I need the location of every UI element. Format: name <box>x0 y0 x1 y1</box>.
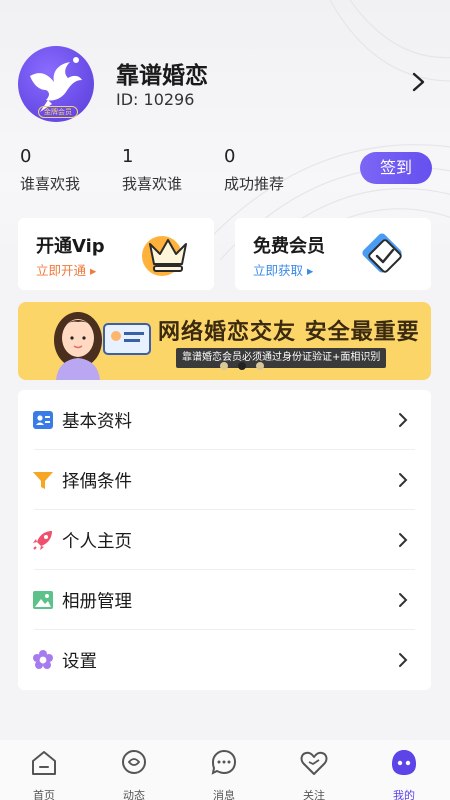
menu-item-label: 个人主页 <box>62 532 132 552</box>
chevron-right-icon[interactable] <box>408 70 428 94</box>
tab-me[interactable]: 我的 <box>374 748 434 800</box>
stat-who-likes-me[interactable]: 0 谁喜欢我 <box>20 146 80 194</box>
carousel-dot[interactable] <box>220 362 228 370</box>
avatar-badge: 金牌会员 <box>38 106 78 118</box>
tab-label: 动态 <box>123 789 145 800</box>
free-member-subtitle: 立即获取 ▸ <box>253 263 314 278</box>
flower-settings-icon <box>33 650 53 669</box>
tab-label: 首页 <box>33 789 55 800</box>
ticket-icon <box>362 233 402 273</box>
tab-label: 消息 <box>213 789 235 800</box>
profile-id: ID: 10296 <box>116 90 195 109</box>
avatar[interactable]: 金牌会员 <box>18 46 94 122</box>
chevron-right-icon <box>399 653 408 667</box>
carousel-dot[interactable] <box>256 362 264 370</box>
menu-item-label: 相册管理 <box>62 592 132 612</box>
stat-label: 成功推荐 <box>224 175 285 193</box>
free-member-title: 免费会员 <box>253 236 325 257</box>
menu-item-album[interactable]: 相册管理 <box>18 570 431 630</box>
message-icon <box>211 749 237 775</box>
safety-banner[interactable]: 网络婚恋交友 安全最重要 靠谱婚恋会员必须通过身份证验证+面相识别 <box>18 302 431 380</box>
home-icon <box>32 751 56 775</box>
checkin-button[interactable]: 签到 <box>360 152 432 184</box>
vip-title: 开通Vip <box>36 236 105 257</box>
banner-subtitle: 靠谱婚恋会员必须通过身份证验证+面相识别 <box>176 348 387 368</box>
vip-card[interactable]: 开通Vip 立即开通 ▸ <box>18 218 214 290</box>
chevron-right-icon <box>399 533 408 547</box>
stat-label: 我喜欢谁 <box>122 175 183 193</box>
banner-title: 网络婚恋交友 安全最重要 <box>158 320 420 345</box>
rocket-icon <box>33 531 52 550</box>
settings-menu: 基本资料 择偶条件 个人主页 相册管理 设置 <box>18 390 431 690</box>
menu-item-basic-info[interactable]: 基本资料 <box>18 390 431 450</box>
heart-icon <box>300 751 328 775</box>
tab-label: 我的 <box>393 789 415 800</box>
profile-card-icon <box>33 411 53 429</box>
chevron-right-icon <box>399 413 408 427</box>
menu-item-personal-page[interactable]: 个人主页 <box>18 510 431 570</box>
photo-icon <box>33 591 53 609</box>
stats-row: 0 谁喜欢我 1 我喜欢谁 0 成功推荐 签到 <box>20 146 432 196</box>
menu-item-settings[interactable]: 设置 <box>18 630 431 690</box>
chevron-right-icon <box>399 473 408 487</box>
menu-item-label: 基本资料 <box>62 412 132 432</box>
stat-value: 0 <box>224 146 236 167</box>
tab-home[interactable]: 首页 <box>14 748 74 800</box>
tab-label: 关注 <box>303 789 325 800</box>
menu-item-label: 设置 <box>62 652 97 672</box>
tab-follow[interactable]: 关注 <box>284 748 344 800</box>
free-member-card[interactable]: 免费会员 立即获取 ▸ <box>235 218 431 290</box>
moments-icon <box>122 750 146 774</box>
carousel-dot-active[interactable] <box>238 362 246 370</box>
menu-item-partner-criteria[interactable]: 择偶条件 <box>18 450 431 510</box>
crown-icon <box>142 236 187 276</box>
bottom-tab-bar: 首页 动态 消息 关注 我的 <box>0 740 450 800</box>
stat-value: 0 <box>20 146 32 167</box>
girl-illustration <box>54 312 151 380</box>
stat-i-like[interactable]: 1 我喜欢谁 <box>122 146 182 194</box>
stat-success-recommend[interactable]: 0 成功推荐 <box>224 146 284 194</box>
stat-value: 1 <box>122 146 134 167</box>
me-icon <box>392 750 416 775</box>
tab-moments[interactable]: 动态 <box>104 748 164 800</box>
stat-label: 谁喜欢我 <box>20 175 81 193</box>
menu-item-label: 择偶条件 <box>62 472 132 492</box>
profile-name: 靠谱婚恋 <box>116 63 208 89</box>
vip-subtitle: 立即开通 ▸ <box>36 263 97 278</box>
chevron-right-icon <box>399 593 408 607</box>
profile-header[interactable]: 金牌会员 靠谱婚恋 ID: 10296 <box>18 44 432 124</box>
tab-messages[interactable]: 消息 <box>194 748 254 800</box>
filter-icon <box>33 472 53 489</box>
